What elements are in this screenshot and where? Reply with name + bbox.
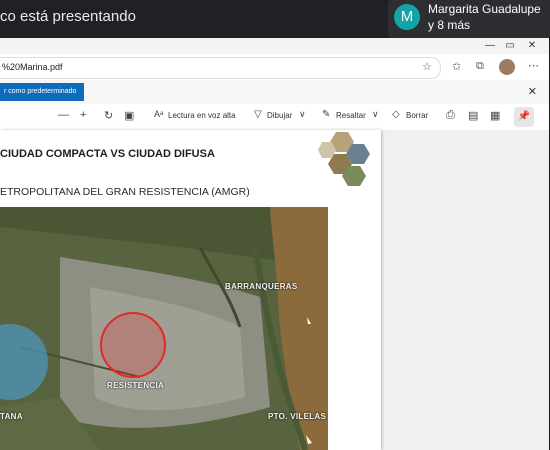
meeting-top-bar: co está presentando M Margarita Guadalup…: [0, 0, 550, 38]
highlight-button[interactable]: Resaltar: [336, 111, 366, 120]
red-area-circle: [100, 312, 166, 378]
page-title: CIUDAD COMPACTA VS CIUDAD DIFUSA: [0, 148, 215, 160]
address-bar: %20Marina.pdf ☆ ✩ ⧉ ⋯: [0, 54, 549, 81]
zoom-in-button[interactable]: +: [80, 109, 86, 121]
profile-avatar[interactable]: [499, 59, 515, 75]
map-label-left-city: TANA: [0, 412, 23, 421]
minimize-button[interactable]: —: [480, 39, 500, 53]
save-as-icon[interactable]: ▦: [490, 109, 500, 122]
print-icon[interactable]: ⎙: [446, 109, 455, 122]
satellite-map: BARRANQUERAS RESISTENCIA TANA PTO. VILEL…: [0, 207, 328, 450]
participant-card[interactable]: M Margarita Guadalupe y 8 más: [388, 0, 550, 38]
collections-icon[interactable]: ⧉: [476, 60, 484, 73]
url-text: %20Marina.pdf: [2, 62, 63, 72]
more-menu-icon[interactable]: ⋯: [528, 59, 539, 72]
favorite-star-icon[interactable]: ☆: [422, 60, 432, 73]
favorites-icon[interactable]: ✩: [452, 60, 461, 73]
zoom-out-button[interactable]: —: [58, 109, 69, 121]
read-aloud-button[interactable]: Lectura en voz alta: [168, 111, 236, 120]
close-icon[interactable]: ✕: [528, 85, 537, 98]
highlight-icon: ✎: [322, 109, 331, 120]
chevron-down-icon[interactable]: ∨: [299, 109, 306, 120]
maximize-button[interactable]: ▭: [500, 39, 520, 53]
participant-name: Margarita Guadalupe: [428, 2, 541, 16]
set-default-button[interactable]: r como predeterminado: [0, 83, 84, 101]
pdf-toolbar: — + ↻ ▣ Aᵃ Lectura en voz alta ▽ Dibujar…: [0, 104, 549, 131]
pdf-page: CIUDAD COMPACTA VS CIUDAD DIFUSA ETROPOL…: [0, 130, 381, 450]
chevron-down-icon[interactable]: ∨: [372, 109, 379, 120]
url-field[interactable]: %20Marina.pdf ☆: [0, 57, 441, 79]
read-aloud-icon: Aᵃ: [154, 109, 164, 119]
page-view-icon[interactable]: ▣: [124, 109, 134, 122]
eraser-icon: ◇: [392, 109, 400, 120]
more-participants-count: y 8 más: [428, 18, 471, 32]
hexagon-photo-logo: [318, 132, 370, 186]
browser-window: — ▭ ✕ %20Marina.pdf ☆ ✩ ⧉ ⋯ r como prede…: [0, 38, 549, 450]
page-subtitle: ETROPOLITANA DEL GRAN RESISTENCIA (AMGR): [0, 186, 250, 198]
avatar: M: [394, 4, 420, 30]
draw-icon: ▽: [254, 109, 262, 120]
pin-toolbar-icon[interactable]: 📌: [514, 107, 534, 127]
map-label-pto-vilelas: PTO. VILELAS: [268, 412, 327, 421]
map-label-barranqueras: BARRANQUERAS: [225, 282, 298, 291]
document-viewport[interactable]: CIUDAD COMPACTA VS CIUDAD DIFUSA ETROPOL…: [0, 130, 549, 450]
map-label-resistencia: RESISTENCIA: [107, 381, 165, 390]
draw-button[interactable]: Dibujar: [267, 111, 292, 120]
rotate-icon[interactable]: ↻: [104, 109, 113, 122]
close-window-button[interactable]: ✕: [522, 39, 542, 53]
erase-button[interactable]: Borrar: [406, 111, 428, 120]
title-bar: — ▭ ✕: [0, 38, 549, 54]
default-pdf-infobar: r como predeterminado ✕: [0, 80, 549, 105]
save-icon[interactable]: ▤: [468, 109, 478, 122]
presenting-status-text: co está presentando: [0, 8, 136, 25]
